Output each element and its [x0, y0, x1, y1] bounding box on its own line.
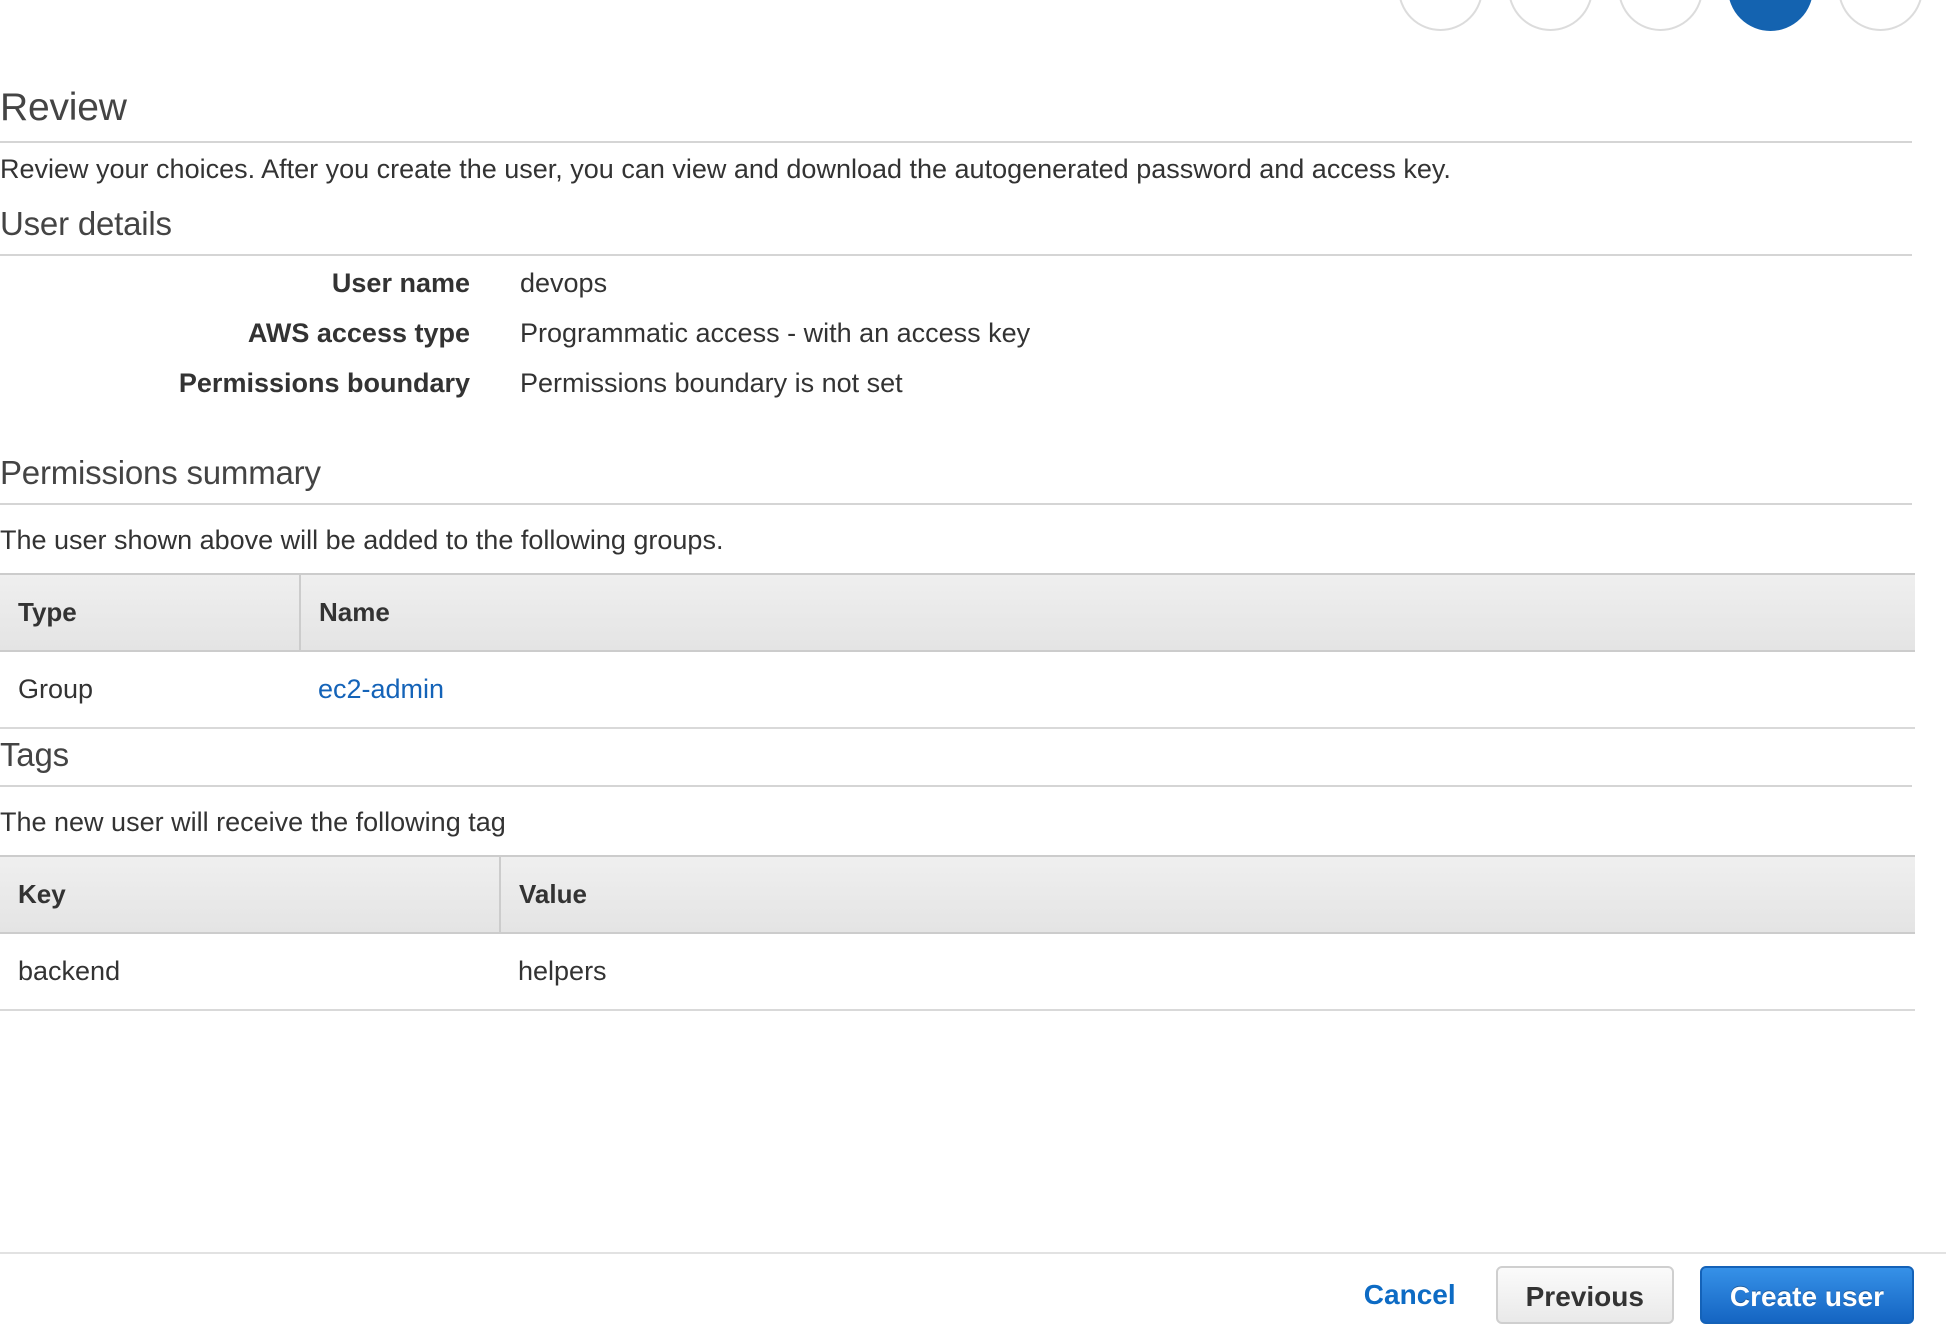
detail-row-permissions-boundary: Permissions boundary Permissions boundar…: [0, 368, 1912, 418]
detail-row-user-name: User name devops: [0, 268, 1912, 318]
user-details-heading: User details: [0, 206, 1912, 256]
detail-row-aws-access-type: AWS access type Programmatic access - wi…: [0, 318, 1912, 368]
column-header-name[interactable]: Name: [300, 573, 1915, 652]
tags-description: The new user will receive the following …: [0, 807, 506, 837]
column-header-value[interactable]: Value: [500, 855, 1915, 934]
permissions-summary-heading: Permissions summary: [0, 455, 1912, 505]
cell-tag-key: backend: [0, 933, 500, 1011]
column-header-type[interactable]: Type: [0, 573, 301, 652]
table-header-row: Type Name: [0, 573, 1915, 652]
cancel-button[interactable]: Cancel: [1350, 1271, 1470, 1319]
detail-value-aws-access-type: Programmatic access - with an access key: [520, 318, 1031, 348]
detail-label-user-name: User name: [331, 268, 470, 298]
column-header-key[interactable]: Key: [0, 855, 501, 934]
cell-group-name: ec2-admin: [300, 651, 1915, 729]
wizard-step-5-circle[interactable]: [1838, 0, 1923, 31]
table-row: Group ec2-admin: [0, 651, 1915, 729]
user-details-list: User name devops AWS access type Program…: [0, 268, 1912, 418]
tags-table: Key Value backend helpers: [0, 855, 1915, 1011]
previous-button[interactable]: Previous: [1495, 1266, 1674, 1324]
review-page: Review Review your choices. After you cr…: [0, 0, 1946, 1336]
wizard-step-3-circle[interactable]: [1618, 0, 1703, 31]
detail-value-user-name: devops: [520, 268, 608, 298]
wizard-step-4-circle-active[interactable]: [1728, 0, 1813, 31]
wizard-footer: Cancel Previous Create user: [0, 1252, 1946, 1336]
wizard-step-2-circle[interactable]: [1508, 0, 1593, 31]
page-title: Review: [0, 87, 1912, 143]
review-description: Review your choices. After you create th…: [0, 154, 1451, 184]
detail-value-permissions-boundary: Permissions boundary is not set: [520, 368, 903, 398]
permissions-summary-table: Type Name Group ec2-admin: [0, 573, 1915, 729]
wizard-step-1-circle[interactable]: [1398, 0, 1483, 31]
table-header-row: Key Value: [0, 855, 1915, 934]
cell-group-type: Group: [0, 651, 300, 729]
tags-heading: Tags: [0, 737, 1912, 787]
cell-tag-value: helpers: [500, 933, 1915, 1011]
create-user-button[interactable]: Create user: [1699, 1266, 1914, 1324]
detail-label-aws-access-type: AWS access type: [247, 318, 470, 348]
wizard-step-indicator: [1398, 0, 1946, 48]
table-row: backend helpers: [0, 933, 1915, 1011]
permissions-summary-description: The user shown above will be added to th…: [0, 525, 724, 555]
group-link-ec2-admin[interactable]: ec2-admin: [318, 674, 444, 704]
detail-label-permissions-boundary: Permissions boundary: [178, 368, 470, 398]
